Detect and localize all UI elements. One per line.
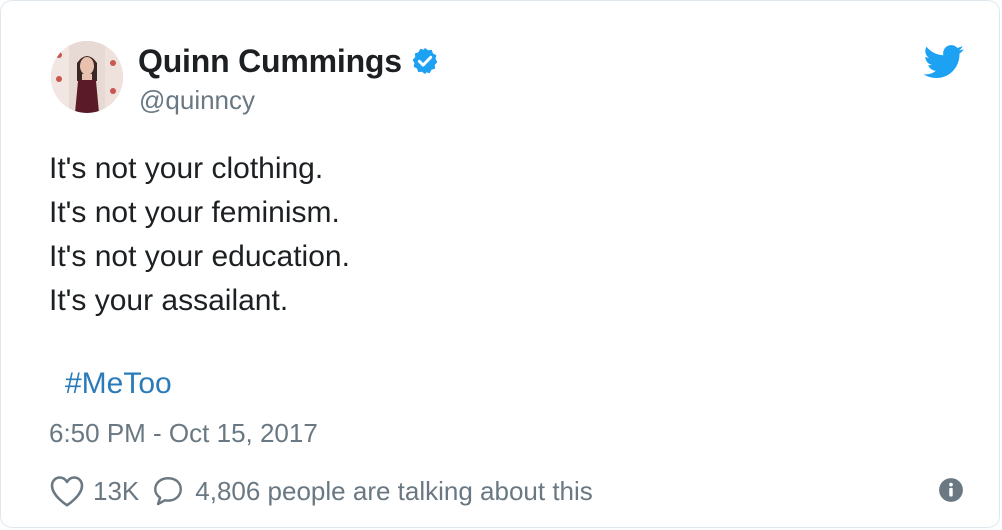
info-icon[interactable] bbox=[938, 477, 964, 503]
reply-action[interactable]: 4,806 people are talking about this bbox=[151, 474, 593, 508]
like-action[interactable]: 13K bbox=[49, 474, 139, 508]
author-display-name[interactable]: Quinn Cummings bbox=[138, 43, 402, 80]
twitter-bird-icon[interactable] bbox=[923, 45, 965, 79]
author-name-row[interactable]: Quinn Cummings bbox=[138, 43, 440, 79]
author-handle[interactable]: @quinncy bbox=[139, 85, 255, 116]
tweet-line: It's not your feminism. bbox=[49, 196, 340, 229]
embedded-tweet-card: Quinn Cummings @quinncy It's not your cl… bbox=[0, 0, 1000, 528]
hashtag-link[interactable]: #MeToo bbox=[65, 367, 172, 401]
conversation-count-text[interactable]: 4,806 people are talking about this bbox=[195, 476, 593, 507]
author-avatar[interactable] bbox=[51, 41, 123, 113]
speech-bubble-icon[interactable] bbox=[151, 474, 185, 508]
tweet-line: It's not your education. bbox=[49, 240, 350, 273]
tweet-timestamp[interactable]: 6:50 PM - Oct 15, 2017 bbox=[49, 418, 318, 449]
tweet-line: It's your assailant. bbox=[49, 284, 289, 317]
tweet-actions: 13K 4,806 people are talking about this bbox=[49, 469, 593, 513]
tweet-line: It's not your clothing. bbox=[49, 152, 324, 185]
verified-badge-icon bbox=[412, 47, 438, 75]
heart-icon[interactable] bbox=[49, 474, 85, 508]
likes-count[interactable]: 13K bbox=[93, 476, 139, 507]
tweet-body: It's not your clothing. It's not your fe… bbox=[49, 147, 350, 323]
